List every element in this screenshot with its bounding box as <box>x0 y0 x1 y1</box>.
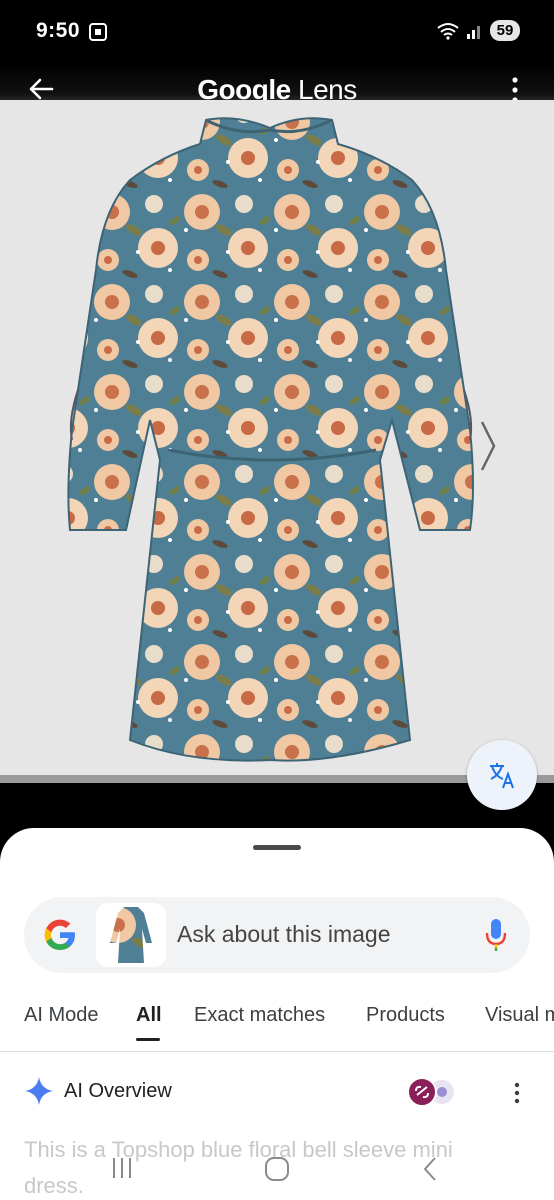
home-icon[interactable] <box>264 1156 290 1182</box>
system-nav-bar <box>0 1140 554 1200</box>
more-vert-icon[interactable] <box>514 1082 520 1104</box>
wifi-icon <box>437 22 459 40</box>
status-icons: 59 <box>436 20 520 41</box>
google-g-icon <box>44 919 75 950</box>
ai-overview-title: AI Overview <box>64 1080 172 1102</box>
search-input[interactable]: Ask about this image <box>177 921 391 948</box>
tab-all[interactable]: All <box>136 1004 162 1027</box>
search-bar[interactable]: Ask about this image <box>24 897 530 973</box>
recent-apps-icon[interactable] <box>110 1156 134 1180</box>
microphone-icon[interactable] <box>484 917 508 953</box>
tab-exact-matches[interactable]: Exact matches <box>194 1004 325 1027</box>
ai-overview-header: AI Overview <box>0 1072 554 1112</box>
battery-indicator: 59 <box>490 20 520 41</box>
translate-button[interactable] <box>467 740 537 810</box>
lens-image-area[interactable] <box>0 100 554 782</box>
tab-products[interactable]: Products <box>366 1004 445 1027</box>
query-image-thumbnail[interactable] <box>96 903 166 967</box>
ai-sparkle-icon <box>25 1077 53 1105</box>
signal-icon <box>467 25 480 39</box>
dress-image <box>0 100 554 782</box>
status-time: 9:50 <box>36 19 81 42</box>
next-image-chevron-icon[interactable] <box>478 420 498 472</box>
status-bar: 9:50 59 <box>0 0 554 64</box>
tab-visual-matches[interactable]: Visual m <box>485 1004 554 1027</box>
result-tabs: AI Mode All Exact matches Products Visua… <box>0 1000 554 1052</box>
source-avatars-icon[interactable] <box>406 1076 458 1108</box>
tab-ai-mode[interactable]: AI Mode <box>24 1004 98 1027</box>
translate-icon <box>490 763 514 789</box>
active-tab-indicator <box>136 1038 160 1041</box>
screen-recording-icon <box>89 23 107 41</box>
drag-handle[interactable] <box>253 845 301 850</box>
back-icon[interactable] <box>422 1156 438 1182</box>
